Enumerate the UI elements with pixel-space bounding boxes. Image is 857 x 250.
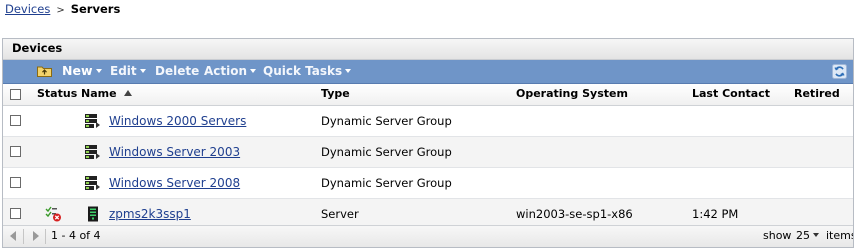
breadcrumb-devices-link[interactable]: Devices [5, 2, 50, 16]
chevron-down-icon [250, 68, 257, 73]
page-size-value: 25 [796, 229, 810, 242]
column-header-name[interactable]: Name [81, 84, 132, 105]
row-checkbox[interactable] [10, 146, 21, 157]
column-header-last-contact[interactable]: Last Contact [692, 84, 770, 105]
table-row[interactable]: Windows Server 2003 Dynamic Server Group [3, 137, 853, 168]
action-menu-button[interactable]: Action [204, 60, 257, 83]
breadcrumb-separator: > [56, 5, 65, 16]
column-header-retired[interactable]: Retired [794, 84, 840, 105]
row-type: Dynamic Server Group [321, 114, 452, 128]
table-row[interactable]: Windows Server 2008 Dynamic Server Group [3, 168, 853, 199]
items-label: items [826, 229, 854, 242]
table-header: Status Name Type Operating System Last C… [3, 84, 853, 106]
row-name-link[interactable]: Windows Server 2003 [109, 137, 240, 167]
row-type: Dynamic Server Group [321, 176, 452, 190]
refresh-icon[interactable] [832, 64, 847, 79]
server-group-icon [85, 176, 100, 190]
chevron-down-icon [95, 68, 102, 73]
server-icon [88, 206, 98, 222]
delete-button[interactable]: Delete [155, 60, 199, 83]
row-name-link[interactable]: Windows Server 2008 [109, 168, 240, 198]
column-header-os[interactable]: Operating System [516, 84, 628, 105]
sort-ascending-icon [123, 90, 132, 96]
pagination-range: 1 - 4 of 4 [51, 229, 101, 242]
row-checkbox[interactable] [10, 177, 21, 188]
breadcrumb: Devices > Servers [5, 1, 120, 17]
new-menu-button[interactable]: New [62, 60, 102, 83]
chevron-down-icon [813, 233, 819, 237]
panel-title: Devices [3, 39, 853, 60]
server-group-icon [85, 145, 100, 159]
page-size-select[interactable]: 25 [796, 226, 819, 247]
next-page-icon[interactable] [33, 231, 39, 241]
column-header-name-label: Name [81, 87, 117, 100]
row-checkbox[interactable] [10, 115, 21, 126]
column-header-status[interactable]: Status [37, 84, 77, 105]
row-name-link[interactable]: Windows 2000 Servers [109, 106, 246, 136]
row-type: Dynamic Server Group [321, 145, 452, 159]
divider [45, 229, 46, 244]
pagination-bar: 1 - 4 of 4 show 25 items [3, 225, 853, 247]
row-checkbox[interactable] [10, 208, 21, 219]
quick-tasks-label: Quick Tasks [263, 64, 343, 78]
status-error-icon [45, 206, 61, 222]
select-all-checkbox[interactable] [10, 89, 21, 100]
chevron-down-icon [139, 68, 146, 73]
new-label: New [62, 63, 93, 78]
show-label: show [763, 229, 792, 242]
folder-up-icon[interactable] [37, 65, 52, 77]
toolbar: New Edit Delete Action Quick Tasks [3, 60, 853, 84]
chevron-down-icon [345, 68, 352, 73]
edit-label: Edit [110, 64, 137, 78]
devices-panel: Devices New Edit Delete Action Quick Tas… [2, 38, 854, 248]
table-row[interactable]: Windows 2000 Servers Dynamic Server Grou… [3, 106, 853, 137]
column-header-type[interactable]: Type [321, 84, 350, 105]
divider [23, 229, 24, 244]
previous-page-icon[interactable] [10, 231, 16, 241]
action-label: Action [204, 64, 248, 78]
edit-menu-button[interactable]: Edit [110, 60, 146, 83]
quick-tasks-menu-button[interactable]: Quick Tasks [263, 60, 352, 83]
server-group-icon [85, 114, 100, 128]
breadcrumb-current: Servers [70, 2, 121, 16]
